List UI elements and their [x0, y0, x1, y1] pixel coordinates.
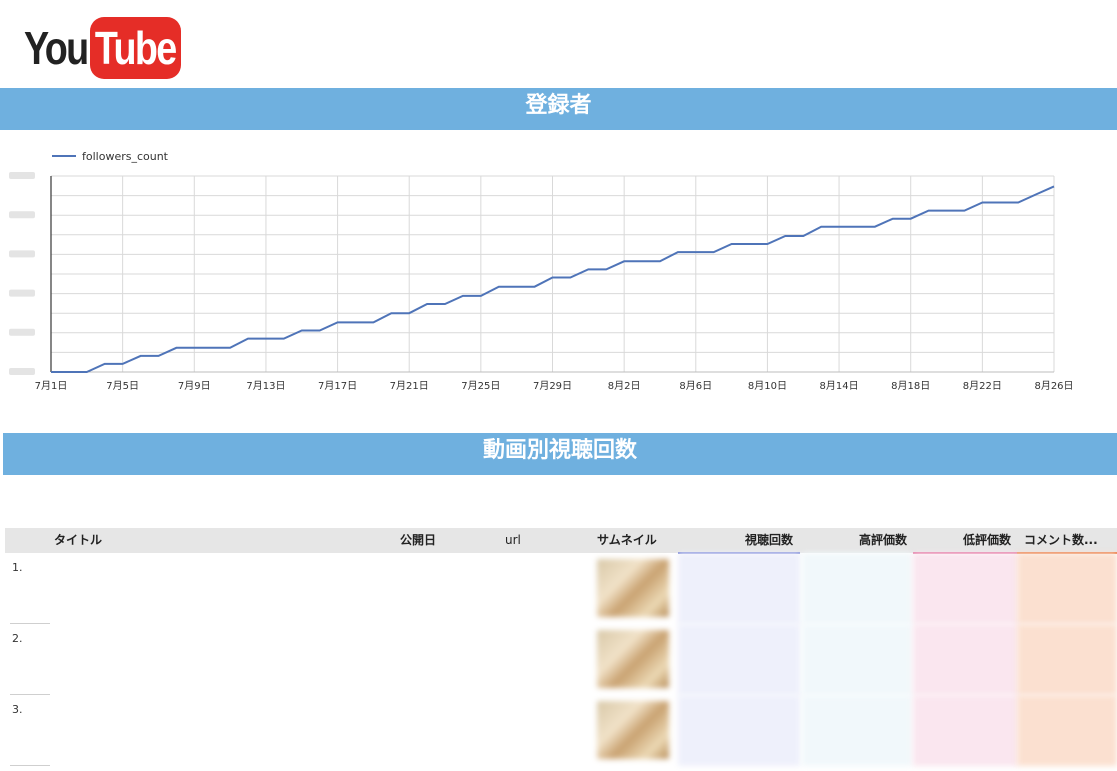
header-dislikes[interactable]: 低評価数 — [913, 528, 1011, 553]
header-published[interactable]: 公開日 — [400, 528, 436, 553]
youtube-logo: You Tube — [24, 17, 181, 79]
chart-x-tick-label: 7月21日 — [390, 380, 429, 392]
chart-x-tick-label: 8月22日 — [963, 380, 1002, 392]
chart-x-tick-label: 8月26日 — [1034, 380, 1073, 392]
dislikes-cell-bg — [913, 624, 1018, 695]
video-table: タイトル 公開日 url サムネイル 視聴回数 高評価数 低評価数 コメント数.… — [5, 528, 1117, 766]
table-row[interactable]: 3. — [5, 695, 1117, 766]
row-number: 2. — [12, 632, 23, 645]
chart-x-tick-label: 7月29日 — [533, 380, 572, 392]
header-comments[interactable]: コメント数... — [1024, 528, 1098, 553]
logo-you-text: You — [24, 22, 89, 74]
chart-y-tick-placeholder — [9, 328, 35, 336]
chart-x-tick-label: 8月14日 — [820, 380, 859, 392]
header-likes[interactable]: 高評価数 — [802, 528, 907, 553]
thumbnail-image — [597, 559, 669, 617]
chart-x-tick-label: 7月9日 — [178, 380, 211, 392]
chart-y-tick-placeholder — [9, 289, 35, 297]
row-number: 1. — [12, 561, 23, 574]
table-header: タイトル 公開日 url サムネイル 視聴回数 高評価数 低評価数 コメント数.… — [5, 528, 1117, 554]
views-by-video-section-header: 動画別視聴回数 — [3, 433, 1117, 475]
likes-cell-bg — [802, 695, 912, 766]
dislikes-cell-bg — [913, 695, 1018, 766]
logo-tube-text: Tube — [95, 22, 177, 74]
chart-y-tick-placeholder — [9, 211, 35, 219]
dislikes-cell-bg — [913, 553, 1018, 624]
chart-x-tick-label: 8月2日 — [608, 380, 641, 392]
likes-cell-bg — [802, 624, 912, 695]
chart-x-tick-label: 7月25日 — [461, 380, 500, 392]
comments-cell-bg — [1017, 695, 1117, 766]
views-cell-bg — [678, 553, 800, 624]
chart-y-tick-placeholder — [9, 368, 35, 375]
header-url[interactable]: url — [505, 528, 521, 553]
thumbnail-image — [597, 701, 669, 759]
subscribers-line-chart: 7月1日 7月5日 7月9日 7月13日 7月17日 7月21日 7月25日 7月29日 8月2… — [9, 150, 1074, 392]
thumbnail-image — [597, 630, 669, 688]
views-cell-bg — [678, 624, 800, 695]
logo-tube-box: Tube — [90, 17, 181, 79]
table-row[interactable]: 1. — [5, 553, 1117, 624]
chart-x-tick-label: 7月1日 — [35, 380, 68, 392]
comments-cell-bg — [1017, 624, 1117, 695]
table-row[interactable]: 2. — [5, 624, 1117, 695]
comments-cell-bg — [1017, 553, 1117, 624]
chart-y-tick-placeholder — [9, 250, 35, 258]
chart-x-tick-label: 7月17日 — [318, 380, 357, 392]
row-divider — [10, 765, 50, 766]
header-thumbnail[interactable]: サムネイル — [597, 528, 657, 553]
chart-x-tick-label: 8月10日 — [748, 380, 787, 392]
subscribers-section-header: 登録者 — [0, 88, 1117, 130]
row-number: 3. — [12, 703, 23, 716]
chart-x-tick-label: 7月13日 — [246, 380, 285, 392]
chart-x-tick-label: 8月18日 — [891, 380, 930, 392]
chart-x-tick-label: 7月5日 — [106, 380, 139, 392]
likes-cell-bg — [802, 553, 912, 624]
chart-x-tick-label: 8月6日 — [679, 380, 712, 392]
header-views[interactable]: 視聴回数 — [678, 528, 793, 553]
header-title[interactable]: タイトル — [54, 528, 102, 553]
views-cell-bg — [678, 695, 800, 766]
chart-legend-label: followers_count — [82, 150, 169, 163]
chart-y-tick-placeholder — [9, 172, 35, 179]
